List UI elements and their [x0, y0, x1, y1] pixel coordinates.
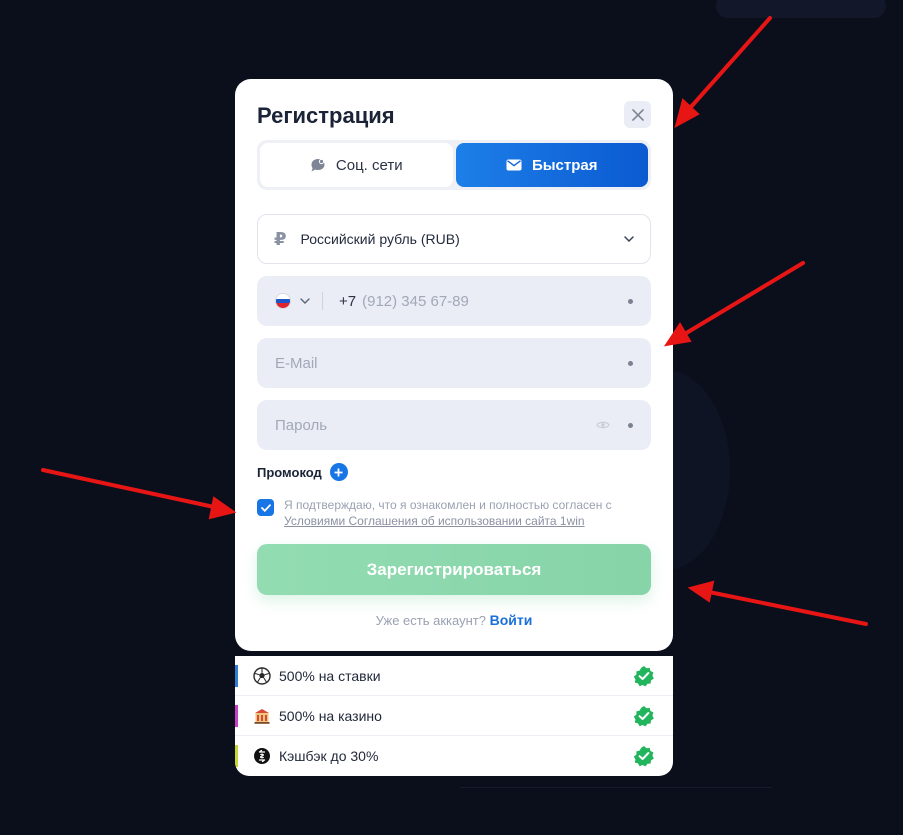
password-input[interactable]: Пароль [275, 417, 327, 434]
registration-tabs: Соц. сети Быстрая [257, 140, 651, 190]
russia-flag-icon[interactable] [275, 293, 291, 309]
cashback-icon [253, 747, 271, 765]
check-icon [260, 503, 271, 512]
registration-modal: Регистрация Соц. сети Быстрая ₽ Российск… [235, 79, 673, 651]
login-question: Уже есть аккаунт? [375, 613, 486, 628]
bonus-label: 500% на ставки [279, 667, 381, 684]
verified-check-icon [633, 746, 654, 767]
chevron-down-icon [624, 236, 634, 242]
required-dot [628, 298, 633, 304]
email-input[interactable]: E-Mail [275, 355, 318, 372]
chat-bubble-icon [311, 158, 325, 171]
agreement-link[interactable]: Условиями Соглашения об использовании са… [284, 514, 585, 528]
envelope-icon [506, 159, 522, 171]
phone-input[interactable]: (912) 345 67-89 [362, 293, 469, 310]
bonus-accent-bar [235, 705, 238, 727]
agreement-label: Я подтверждаю, что я ознакомлен и полнос… [284, 498, 612, 512]
annotation-arrow-email [663, 261, 805, 347]
background-line [460, 776, 772, 788]
chevron-down-icon [300, 298, 310, 304]
password-field[interactable]: Пароль [257, 400, 651, 450]
annotation-arrow-close [674, 16, 772, 128]
phone-country-code: +7 [339, 292, 357, 310]
login-row: Уже есть аккаунт? Войти [235, 612, 673, 628]
close-icon [631, 108, 644, 121]
tab-quick-label: Быстрая [531, 156, 598, 174]
bonus-list: 500% на ставки 500% на казино Кэшбэк до … [235, 656, 673, 776]
agreement-text: Я подтверждаю, что я ознакомлен и полнос… [284, 497, 612, 529]
email-field[interactable]: E-Mail [257, 338, 651, 388]
verified-check-icon [633, 665, 654, 686]
annotation-arrow-checkbox [41, 468, 237, 520]
modal-title: Регистрация [257, 103, 395, 128]
divider [322, 292, 323, 310]
verified-check-icon [633, 705, 654, 726]
currency-value: Российский рубль (RUB) [300, 231, 460, 247]
login-link[interactable]: Войти [490, 612, 533, 628]
bonus-item: Кэшбэк до 30% [235, 736, 673, 776]
bonus-accent-bar [235, 745, 238, 767]
agreement-row: Я подтверждаю, что я ознакомлен и полнос… [257, 497, 657, 529]
bonus-label: 500% на казино [279, 707, 382, 724]
phone-field[interactable]: +7 (912) 345 67-89 [257, 276, 651, 326]
add-promo-button[interactable] [329, 463, 348, 481]
promo-label: Промокод [257, 464, 322, 480]
close-button[interactable] [624, 101, 651, 128]
annotation-arrow-submit [687, 580, 868, 626]
background-header-pill [716, 0, 886, 18]
casino-icon [253, 707, 271, 725]
plus-icon [334, 468, 343, 476]
tab-social[interactable]: Соц. сети [260, 143, 453, 187]
bonus-accent-bar [235, 665, 238, 687]
bonus-item: 500% на казино [235, 696, 673, 736]
bonus-item: 500% на ставки [235, 656, 673, 696]
soccer-ball-icon [253, 666, 271, 685]
required-dot [628, 360, 633, 366]
register-button[interactable]: Зарегистрироваться [257, 544, 651, 595]
agreement-checkbox[interactable] [257, 499, 274, 516]
tab-social-label: Соц. сети [335, 156, 403, 174]
ruble-icon: ₽ [274, 228, 287, 249]
tab-quick[interactable]: Быстрая [455, 143, 648, 187]
required-dot [628, 422, 633, 428]
bonus-label: Кэшбэк до 30% [279, 748, 379, 764]
background-nav [0, 48, 903, 72]
currency-select[interactable]: ₽ Российский рубль (RUB) [257, 214, 651, 264]
eye-icon[interactable] [596, 420, 610, 430]
promo-row: Промокод [257, 463, 348, 481]
